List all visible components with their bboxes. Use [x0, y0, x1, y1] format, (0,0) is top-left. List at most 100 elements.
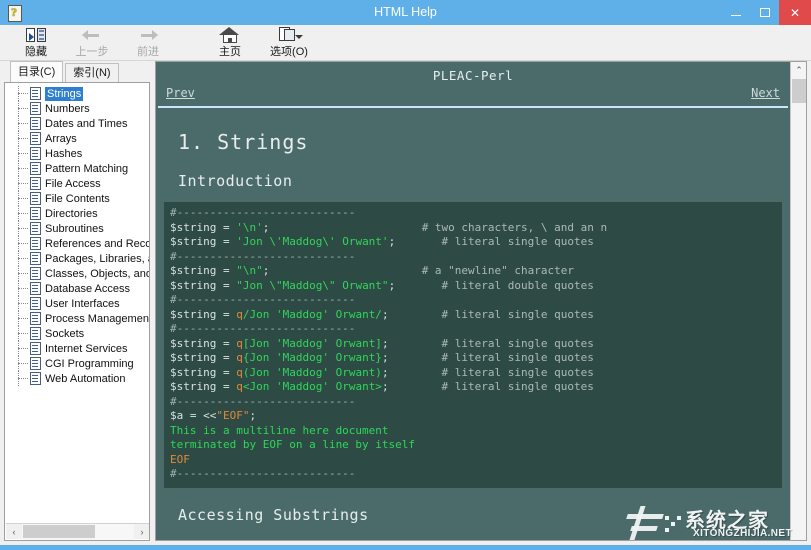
- document-page-icon: [30, 297, 41, 310]
- contents-tree[interactable]: Strings Numbers Dates and Times Arrays Hashe…: [5, 86, 149, 516]
- tab-contents[interactable]: 目录(C): [10, 61, 64, 82]
- code-token-var: $string: [170, 380, 217, 393]
- toolbar-label-back: 上一步: [75, 46, 109, 58]
- tree-guide-dash: [18, 333, 28, 335]
- tree-item-label: Web Automation: [45, 372, 126, 385]
- hscroll-track[interactable]: [22, 523, 134, 540]
- code-token-op: =: [183, 409, 204, 422]
- content-area: 目录(C) 索引(N) Strings Numbers Dates and Time…: [0, 61, 811, 545]
- tree-item-label: Process Management: [45, 312, 149, 325]
- tree-item[interactable]: Dates and Times: [5, 116, 149, 131]
- tab-index[interactable]: 索引(N): [65, 63, 119, 82]
- tree-item-label: Strings: [45, 86, 84, 101]
- close-button[interactable]: ✕: [779, 0, 811, 25]
- hscroll-thumb[interactable]: [23, 524, 95, 538]
- code-token-qop: q: [236, 336, 243, 350]
- header-divider: [158, 106, 788, 108]
- tree-horizontal-scrollbar[interactable]: ‹ ›: [6, 523, 149, 540]
- tree-item[interactable]: Hashes: [5, 146, 149, 161]
- tree-item[interactable]: Numbers: [5, 101, 149, 116]
- code-line: terminated by EOF on a line by itself: [170, 438, 782, 453]
- tree-item-label: Packages, Libraries, a: [45, 252, 149, 265]
- code-token-str: (Jon 'Maddog' Orwant): [242, 365, 382, 379]
- tree-guide-dash: [18, 213, 28, 215]
- code-token-sep: #---------------------------: [170, 206, 356, 219]
- code-token-op: ;: [381, 351, 389, 364]
- code-token-cmt: # two characters, \ and an n: [421, 220, 608, 234]
- document-page-icon: [30, 222, 41, 235]
- tree-item[interactable]: Packages, Libraries, a: [5, 251, 149, 266]
- document-page-icon: [30, 117, 41, 130]
- document-nav-row: Prev Next: [166, 86, 780, 104]
- code-token-cmt: # literal single quotes: [441, 235, 594, 248]
- toolbar-button-forward[interactable]: 前进: [120, 25, 176, 61]
- tree-item[interactable]: Strings: [5, 86, 149, 101]
- code-token-op: [395, 279, 441, 292]
- minimize-button[interactable]: [721, 0, 750, 25]
- document-page-icon: [30, 192, 41, 205]
- code-line: $string = q{Jon 'Maddog' Orwant}; # lite…: [170, 351, 782, 366]
- scroll-up-arrow-icon[interactable]: ⌃: [791, 62, 806, 78]
- code-line: This is a multiline here document: [170, 424, 782, 439]
- code-token-cmt: # literal single quotes: [441, 365, 594, 379]
- document-header-title: PLEAC-Perl: [432, 68, 514, 83]
- code-token-qop: q: [236, 365, 243, 379]
- toolbar-label-home: 主页: [219, 46, 241, 58]
- code-token-op: [269, 221, 421, 234]
- tree-item[interactable]: Subroutines: [5, 221, 149, 236]
- toolbar-button-options[interactable]: 选项(O): [258, 25, 320, 61]
- tree-item-label: Arrays: [45, 132, 77, 145]
- tree-item[interactable]: Arrays: [5, 131, 149, 146]
- tree-item[interactable]: User Interfaces: [5, 296, 149, 311]
- code-token-str: <Jon 'Maddog' Orwant>: [242, 380, 382, 393]
- tree-item[interactable]: Directories: [5, 206, 149, 221]
- tree-item[interactable]: Pattern Matching: [5, 161, 149, 176]
- toolbar-button-hide[interactable]: 隐藏: [8, 25, 64, 61]
- tree-guide-dash: [18, 288, 28, 290]
- code-token-op: <<: [203, 409, 217, 422]
- tree-item[interactable]: Sockets: [5, 326, 149, 341]
- code-line: $string = 'Jon \'Maddog\' Orwant'; # lit…: [170, 235, 782, 250]
- tree-guide-dash: [18, 318, 28, 320]
- prev-link[interactable]: Prev: [166, 86, 195, 100]
- toolbar-button-home[interactable]: 主页: [202, 25, 258, 61]
- tree-item[interactable]: File Contents: [5, 191, 149, 206]
- hide-panel-icon: [25, 26, 47, 44]
- document-vertical-scrollbar[interactable]: ⌃: [790, 62, 806, 540]
- toolbar-button-back[interactable]: 上一步: [64, 25, 120, 61]
- code-token-op: =: [216, 235, 237, 248]
- code-token-op: [389, 366, 442, 379]
- tree-item[interactable]: Web Automation: [5, 371, 149, 386]
- tree-item[interactable]: Internet Services: [5, 341, 149, 356]
- next-link[interactable]: Next: [751, 86, 780, 100]
- document-page-icon: [30, 312, 41, 325]
- code-token-op: ;: [381, 380, 389, 393]
- code-token-var: $string: [170, 220, 217, 234]
- code-token-sep: #---------------------------: [170, 293, 356, 306]
- code-line: $string = q/Jon 'Maddog' Orwant/; # lite…: [170, 308, 782, 323]
- tree-item-label: CGI Programming: [45, 357, 134, 370]
- code-token-op: =: [216, 307, 237, 321]
- document-page-icon: [30, 327, 41, 340]
- code-token-qop: q: [236, 380, 243, 393]
- forward-arrow-icon: [137, 26, 159, 44]
- tree-item-label: Pattern Matching: [45, 162, 129, 175]
- code-line: #---------------------------: [170, 322, 782, 337]
- document-page-icon: [30, 132, 41, 145]
- scroll-left-arrow-icon[interactable]: ‹: [6, 524, 22, 540]
- scroll-right-arrow-icon[interactable]: ›: [134, 524, 149, 540]
- tree-item[interactable]: File Access: [5, 176, 149, 191]
- vscroll-thumb[interactable]: [792, 79, 806, 103]
- tree-item-label: Numbers: [45, 102, 90, 115]
- html-help-icon: ?: [5, 3, 25, 23]
- code-token-cmt: # literal single quotes: [441, 336, 594, 350]
- tree-item[interactable]: CGI Programming: [5, 356, 149, 371]
- tree-item[interactable]: References and Reco: [5, 236, 149, 251]
- maximize-button[interactable]: [750, 0, 779, 25]
- tree-item[interactable]: Database Access: [5, 281, 149, 296]
- code-token-var: $string: [170, 264, 217, 277]
- tree-item[interactable]: Process Management: [5, 311, 149, 326]
- tree-item-label: User Interfaces: [45, 297, 120, 310]
- tree-item[interactable]: Classes, Objects, and: [5, 266, 149, 281]
- document-page-icon: [30, 102, 41, 115]
